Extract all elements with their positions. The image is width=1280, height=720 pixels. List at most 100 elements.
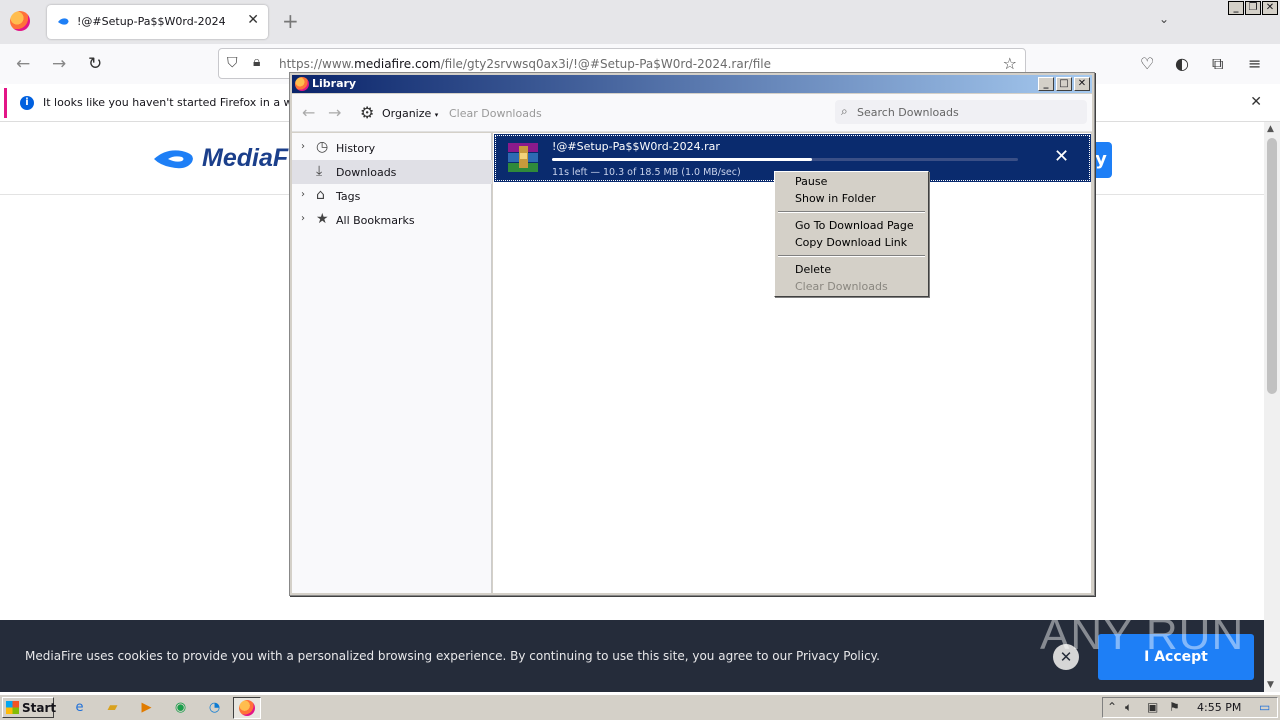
cookie-close-button[interactable]: ✕	[1053, 644, 1079, 670]
tab-close-icon[interactable]: ✕	[247, 12, 259, 28]
flag-icon[interactable]: ⚑	[1169, 700, 1180, 714]
volume-icon[interactable]: 🔈︎	[1125, 700, 1132, 715]
library-toolbar: ← → ⚙ Organize ▾ Clear Downloads ⌕ Searc…	[292, 94, 1092, 132]
library-title: Library	[312, 77, 357, 90]
sidebar-item-label: Downloads	[336, 166, 397, 179]
sidebar-item-label: Tags	[336, 190, 361, 203]
organize-button[interactable]: Organize ▾	[382, 107, 438, 120]
chevron-right-icon[interactable]: ›	[301, 141, 305, 152]
download-progress-fill	[552, 158, 812, 161]
sidebar-item-tags[interactable]: › ⌂ Tags	[292, 184, 492, 208]
menu-item-delete[interactable]: Delete	[795, 263, 831, 276]
download-icon: ⤓	[316, 163, 323, 179]
sidebar-item-history[interactable]: › ◷ History	[292, 136, 492, 160]
chevron-right-icon[interactable]: ›	[301, 189, 305, 200]
sidebar-item-all-bookmarks[interactable]: › ★ All Bookmarks	[292, 208, 492, 232]
menu-item-pause[interactable]: Pause	[795, 175, 827, 188]
bookmark-star-icon[interactable]: ☆	[1003, 54, 1017, 73]
chevron-down-icon: ▾	[434, 111, 439, 119]
new-tab-icon[interactable]: +	[282, 9, 299, 33]
clock-icon: ◷	[316, 139, 329, 155]
search-icon: ⌕	[841, 104, 848, 118]
forward-icon[interactable]: →	[52, 54, 66, 74]
pocket-icon[interactable]: ♡	[1140, 54, 1154, 73]
list-all-tabs-icon[interactable]: ⌄	[1159, 12, 1169, 26]
menu-item-copy-download-link[interactable]: Copy Download Link	[795, 236, 907, 249]
cookie-banner: MediaFire uses cookies to provide you wi…	[0, 620, 1264, 692]
library-minimize-icon[interactable]: _	[1038, 77, 1054, 91]
tag-icon: ⌂	[316, 187, 325, 203]
taskbar-firefox-button[interactable]	[233, 697, 261, 719]
cancel-download-icon[interactable]: ✕	[1054, 146, 1069, 167]
notification-close-icon[interactable]: ✕	[1250, 94, 1262, 110]
mediafire-logo-icon[interactable]	[152, 146, 198, 172]
windows-logo-icon	[6, 701, 19, 714]
gear-icon[interactable]: ⚙	[360, 103, 374, 122]
extensions-icon[interactable]: ⧉	[1212, 54, 1223, 74]
folder-icon[interactable]: ▰	[104, 699, 121, 716]
ie-icon[interactable]: e	[71, 699, 88, 716]
cookie-message: MediaFire uses cookies to provide you wi…	[25, 649, 880, 663]
clear-downloads-button[interactable]: Clear Downloads	[449, 107, 542, 120]
chevron-right-icon[interactable]: ›	[301, 213, 305, 224]
menu-item-go-to-download-page[interactable]: Go To Download Page	[795, 219, 914, 232]
mediafire-logo-text[interactable]: MediaF	[202, 144, 288, 173]
menu-item-clear-downloads: Clear Downloads	[795, 280, 888, 293]
tab-bar: !@#Setup-Pa$$W0rd-2024 ✕ + ⌄ _ ❐ ✕	[0, 0, 1280, 44]
menu-item-show-in-folder[interactable]: Show in Folder	[795, 192, 876, 205]
firefox-logo-icon	[10, 11, 30, 31]
page-scrollbar[interactable]: ▲ ▼	[1264, 122, 1280, 692]
sidebar-item-label: History	[336, 142, 376, 155]
system-tray: ⌃ 🔈︎ ▣ ⚑ 4:55 PM ▭	[1102, 697, 1278, 718]
tracking-shield-icon[interactable]: ⛉	[227, 55, 238, 71]
download-progress-bar	[552, 158, 1018, 161]
media-player-icon[interactable]: ▶	[138, 699, 155, 716]
library-title-bar[interactable]: Library _ □ ✕	[292, 75, 1092, 93]
library-window: Library _ □ ✕ ← → ⚙ Organize ▾ Clear Dow…	[289, 72, 1095, 596]
sidebar-item-downloads[interactable]: ⤓ Downloads	[292, 160, 492, 184]
library-window-controls: _ □ ✕	[1038, 77, 1090, 91]
start-button[interactable]: Start	[2, 697, 56, 718]
lock-icon[interactable]: 🔒︎	[253, 54, 260, 70]
menu-icon[interactable]: ≡	[1248, 54, 1261, 73]
clock: 4:55 PM	[1197, 701, 1242, 714]
reload-icon[interactable]: ↻	[88, 54, 102, 74]
tab-title: !@#Setup-Pa$$W0rd-2024	[77, 15, 226, 28]
firefox-icon	[239, 700, 255, 716]
menu-separator	[778, 255, 925, 257]
menu-separator	[778, 211, 925, 213]
search-downloads-input[interactable]: ⌕ Search Downloads	[835, 100, 1087, 124]
tray-expand-icon[interactable]: ⌃	[1107, 700, 1117, 714]
firefox-logo-icon	[295, 77, 309, 91]
search-placeholder: Search Downloads	[857, 106, 959, 119]
show-desktop-icon[interactable]: ▭	[1259, 700, 1270, 714]
mediafire-favicon-icon	[58, 18, 69, 25]
chrome-icon[interactable]: ◉	[172, 699, 189, 716]
theme-icon[interactable]: ◐	[1175, 54, 1189, 73]
library-close-icon[interactable]: ✕	[1074, 77, 1090, 91]
download-context-menu: Pause Show in Folder Go To Download Page…	[774, 171, 929, 297]
scroll-up-icon[interactable]: ▲	[1267, 124, 1274, 134]
download-filename: !@#Setup-Pa$$W0rd-2024.rar	[552, 140, 720, 153]
library-maximize-icon[interactable]: □	[1056, 77, 1072, 91]
library-sidebar: › ◷ History ⤓ Downloads › ⌂ Tags › ★ All…	[292, 133, 492, 593]
info-icon: i	[20, 96, 34, 110]
url-text: https://www.mediafire.com/file/gty2srvws…	[279, 57, 771, 71]
windows-taskbar: Start e ▰ ▶ ◉ ◔ ⌃ 🔈︎ ▣ ⚑ 4:55 PM ▭	[0, 694, 1280, 720]
scroll-down-icon[interactable]: ▼	[1267, 680, 1274, 690]
notification-text: It looks like you haven't started Firefo…	[43, 96, 328, 109]
minimize-icon[interactable]: _	[1228, 1, 1244, 15]
edge-icon[interactable]: ◔	[206, 699, 223, 716]
library-back-icon[interactable]: ←	[302, 103, 315, 122]
accept-cookies-button[interactable]: I Accept	[1098, 634, 1254, 680]
restore-icon[interactable]: ❐	[1245, 1, 1261, 15]
window-controls: _ ❐ ✕	[1228, 1, 1278, 15]
close-window-icon[interactable]: ✕	[1262, 1, 1278, 15]
star-icon: ★	[316, 211, 329, 227]
scroll-thumb[interactable]	[1267, 138, 1277, 394]
network-icon[interactable]: ▣	[1147, 700, 1158, 714]
notification-accent	[4, 88, 7, 118]
library-forward-icon[interactable]: →	[328, 103, 341, 122]
back-icon[interactable]: ←	[16, 54, 30, 74]
tab-active[interactable]: !@#Setup-Pa$$W0rd-2024 ✕	[47, 5, 268, 39]
